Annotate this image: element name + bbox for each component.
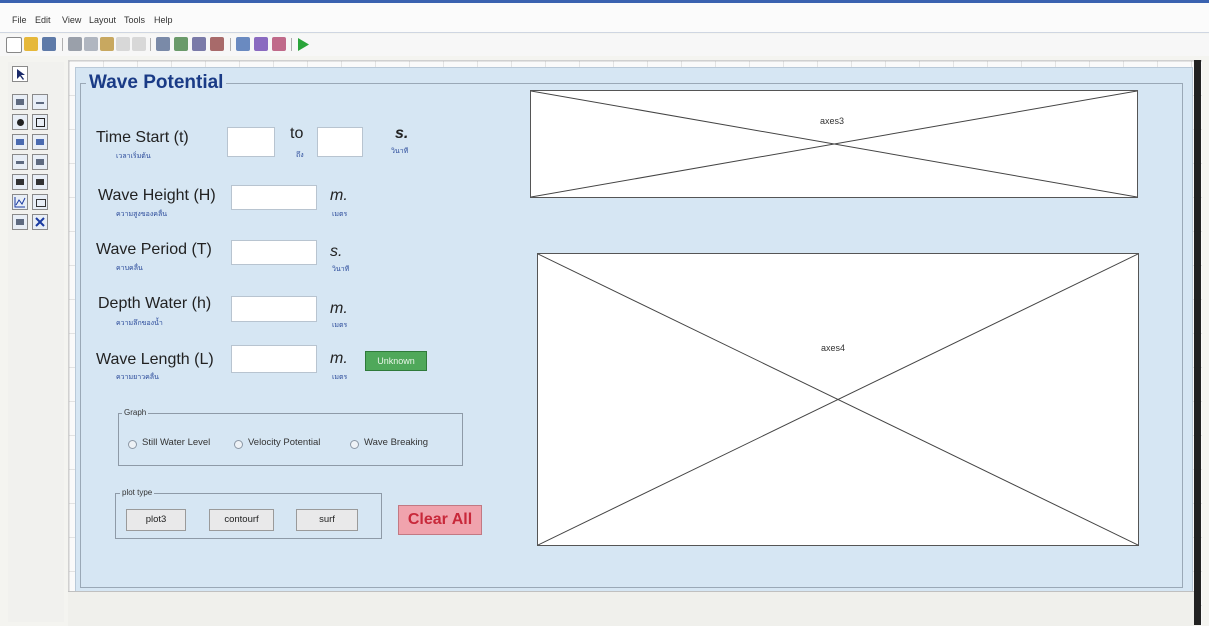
plot-type-group-title: plot type xyxy=(120,488,155,497)
time-start-label: Time Start (t) xyxy=(96,129,189,146)
contourf-button[interactable]: contourf xyxy=(209,509,274,531)
wave-height-unit-sublabel: เมตร xyxy=(332,211,348,218)
window-top-border xyxy=(0,0,1209,3)
listbox-icon[interactable] xyxy=(32,154,48,170)
component-palette xyxy=(8,62,64,622)
popup-menu-icon[interactable] xyxy=(12,154,28,170)
still-water-level-label[interactable]: Still Water Level xyxy=(142,437,210,448)
toggle-button-icon[interactable] xyxy=(12,174,28,190)
push-button-icon[interactable] xyxy=(12,94,28,110)
paste-icon[interactable] xyxy=(100,37,114,51)
menu-help[interactable]: Help xyxy=(154,15,173,25)
menu-editor-icon[interactable] xyxy=(174,37,188,51)
axes-icon[interactable] xyxy=(12,194,28,210)
object-browser-icon[interactable] xyxy=(272,37,286,51)
time-start-input[interactable] xyxy=(227,127,275,157)
axes3-placeholder[interactable]: axes3 xyxy=(530,90,1138,198)
panel-title: Wave Potential xyxy=(86,72,227,94)
activex-control-icon[interactable] xyxy=(32,214,48,230)
menu-layout[interactable]: Layout xyxy=(89,15,116,25)
axes4-label: axes4 xyxy=(821,343,846,353)
velocity-potential-radio[interactable] xyxy=(234,440,243,449)
menu-tools[interactable]: Tools xyxy=(124,15,145,25)
wave-height-label: Wave Height (H) xyxy=(98,187,216,204)
wave-height-sublabel: ความสูงของคลื่น xyxy=(116,211,168,218)
wave-height-unit: m. xyxy=(330,187,348,204)
wave-period-unit-sublabel: วินาที xyxy=(332,266,350,273)
wave-period-label: Wave Period (T) xyxy=(96,241,212,258)
cut-icon[interactable] xyxy=(68,37,82,51)
save-icon[interactable] xyxy=(42,37,56,51)
wave-height-input[interactable] xyxy=(231,185,317,210)
new-file-icon[interactable] xyxy=(6,37,22,53)
static-text-icon[interactable] xyxy=(32,134,48,150)
wave-length-sublabel: ความยาวคลื่น xyxy=(116,374,159,381)
toolbar-separator xyxy=(291,38,292,51)
property-inspector-icon[interactable] xyxy=(254,37,268,51)
depth-water-label: Depth Water (h) xyxy=(98,295,212,312)
tab-order-editor-icon[interactable] xyxy=(192,37,206,51)
time-end-input[interactable] xyxy=(317,127,363,157)
depth-water-unit-sublabel: เมตร xyxy=(332,322,348,329)
wave-length-label: Wave Length (L) xyxy=(96,351,214,368)
axes3-cross xyxy=(531,91,1137,197)
axes4-cross xyxy=(538,254,1138,545)
wave-length-unit-sublabel: เมตร xyxy=(332,374,348,381)
still-water-level-radio[interactable] xyxy=(128,440,137,449)
align-objects-icon[interactable] xyxy=(156,37,170,51)
to-sublabel: ถึง xyxy=(296,152,304,159)
time-unit-sublabel: วินาที xyxy=(391,148,409,155)
to-label: to xyxy=(290,125,304,142)
toolbar-separator xyxy=(62,38,63,51)
button-group-icon[interactable] xyxy=(12,214,28,230)
unknown-button[interactable]: Unknown xyxy=(365,351,427,371)
undo-icon[interactable] xyxy=(116,37,130,51)
graph-group-title: Graph xyxy=(122,408,149,417)
surf-button[interactable]: surf xyxy=(296,509,358,531)
table-icon[interactable] xyxy=(32,174,48,190)
clear-all-button[interactable]: Clear All xyxy=(398,505,482,535)
canvas-right-edge xyxy=(1194,60,1201,625)
depth-water-input[interactable] xyxy=(231,296,317,322)
wave-length-unit: m. xyxy=(330,350,348,367)
menu-file[interactable]: File xyxy=(12,15,27,25)
panel-icon[interactable] xyxy=(32,194,48,210)
depth-water-unit: m. xyxy=(330,300,348,317)
wave-period-sublabel: คาบคลื่น xyxy=(116,265,143,272)
open-folder-icon[interactable] xyxy=(24,37,38,51)
depth-water-sublabel: ความลึกของน้ำ xyxy=(116,320,163,327)
editor-icon[interactable] xyxy=(236,37,250,51)
canvas-bottom-strip xyxy=(68,591,1201,626)
run-icon[interactable] xyxy=(296,37,310,52)
wave-length-input[interactable] xyxy=(231,345,317,373)
toolbar-editor-icon[interactable] xyxy=(210,37,224,51)
redo-icon[interactable] xyxy=(132,37,146,51)
toolbar-separator xyxy=(230,38,231,51)
axes3-label: axes3 xyxy=(820,116,845,126)
menu-bar: File Edit View Layout Tools Help xyxy=(0,0,1209,33)
checkbox-icon[interactable] xyxy=(32,114,48,130)
velocity-potential-label[interactable]: Velocity Potential xyxy=(248,437,320,448)
edit-text-icon[interactable] xyxy=(12,134,28,150)
wave-period-input[interactable] xyxy=(231,240,317,265)
wave-period-unit: s. xyxy=(330,243,343,260)
wave-breaking-radio[interactable] xyxy=(350,440,359,449)
wave-breaking-label[interactable]: Wave Breaking xyxy=(364,437,428,448)
select-tool-icon[interactable] xyxy=(12,66,28,82)
plot3-button[interactable]: plot3 xyxy=(126,509,186,531)
time-unit: s. xyxy=(395,125,409,142)
slider-icon[interactable] xyxy=(32,94,48,110)
radio-button-icon[interactable] xyxy=(12,114,28,130)
toolbar xyxy=(0,34,1209,56)
toolbar-separator xyxy=(150,38,151,51)
axes4-placeholder[interactable]: axes4 xyxy=(537,253,1139,546)
time-start-sublabel: เวลาเริ่มต้น xyxy=(116,153,151,160)
menu-edit[interactable]: Edit xyxy=(35,15,51,25)
copy-icon[interactable] xyxy=(84,37,98,51)
menu-view[interactable]: View xyxy=(62,15,81,25)
